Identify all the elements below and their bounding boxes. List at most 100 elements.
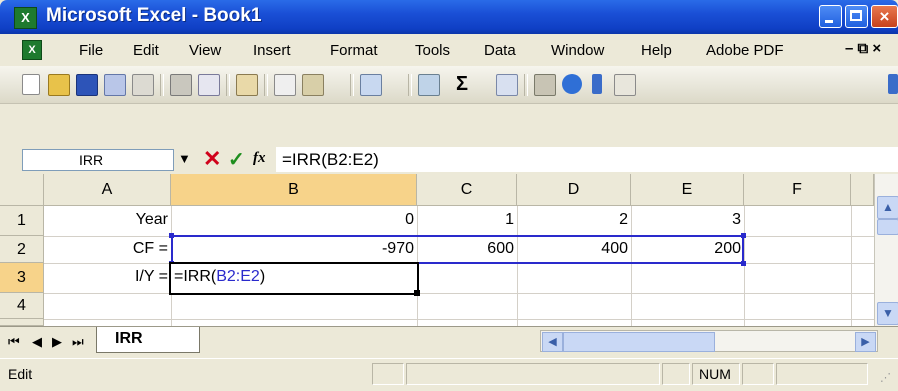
menu-adobe-pdf[interactable]: Adobe PDF bbox=[706, 42, 784, 59]
range-handle[interactable] bbox=[169, 233, 174, 238]
menu-window[interactable]: Window bbox=[551, 42, 604, 59]
formula-input[interactable]: =IRR(B2:E2) bbox=[276, 147, 898, 172]
cell-a3[interactable]: I/Y = bbox=[44, 268, 168, 286]
menu-format[interactable]: Format bbox=[330, 42, 378, 59]
toolbar-separator bbox=[408, 74, 412, 96]
range-handle[interactable] bbox=[741, 233, 746, 238]
standard-toolbar: Σ bbox=[0, 66, 898, 104]
scroll-thumb[interactable] bbox=[877, 219, 898, 235]
open-icon[interactable] bbox=[48, 74, 70, 96]
copy-icon[interactable] bbox=[274, 74, 296, 96]
column-header-g[interactable] bbox=[851, 174, 874, 206]
help-icon[interactable] bbox=[562, 74, 582, 94]
hyperlink-icon[interactable] bbox=[418, 74, 440, 96]
chart-wizard-icon[interactable] bbox=[534, 74, 556, 96]
maximize-button[interactable] bbox=[845, 5, 868, 28]
chevron-down-icon[interactable]: ▼ bbox=[178, 151, 191, 166]
autosum-icon[interactable]: Σ bbox=[452, 74, 472, 94]
scroll-up-icon[interactable]: ▲ bbox=[877, 196, 898, 219]
first-sheet-icon[interactable]: ⏮ bbox=[8, 334, 20, 350]
sort-ascending-icon[interactable] bbox=[496, 74, 518, 96]
resize-grip-icon[interactable]: ⋰ bbox=[880, 371, 891, 384]
prev-sheet-icon[interactable]: ◀ bbox=[32, 334, 42, 350]
range-handle[interactable] bbox=[741, 261, 746, 266]
row-header-3[interactable]: 3 bbox=[0, 263, 44, 293]
column-header-f[interactable]: F bbox=[744, 174, 851, 206]
column-header-a[interactable]: A bbox=[44, 174, 171, 206]
name-box[interactable]: IRR bbox=[22, 149, 174, 171]
align-icon[interactable] bbox=[614, 74, 636, 96]
close-button[interactable]: × bbox=[871, 5, 898, 28]
gridline bbox=[744, 206, 745, 326]
undo-icon[interactable] bbox=[360, 74, 382, 96]
menu-view[interactable]: View bbox=[189, 42, 221, 59]
scroll-left-icon[interactable]: ◀ bbox=[542, 332, 563, 352]
toolbar-options-icon[interactable] bbox=[592, 74, 602, 94]
insert-function-icon[interactable]: fx bbox=[253, 150, 266, 167]
toolbar-options-icon[interactable] bbox=[888, 74, 898, 94]
toolbar-separator bbox=[226, 74, 230, 96]
cell-a2[interactable]: CF = bbox=[44, 240, 168, 258]
menu-help[interactable]: Help bbox=[641, 42, 672, 59]
status-panel bbox=[662, 363, 690, 385]
row-header-2[interactable]: 2 bbox=[0, 236, 44, 263]
minimize-button[interactable] bbox=[819, 5, 842, 28]
permission-icon[interactable] bbox=[104, 74, 126, 96]
last-sheet-icon[interactable]: ⏭ bbox=[72, 334, 84, 350]
scroll-down-icon[interactable]: ▼ bbox=[877, 302, 898, 325]
num-lock-indicator: NUM bbox=[699, 366, 731, 382]
cancel-icon[interactable]: ✕ bbox=[203, 146, 221, 172]
row-header-1[interactable]: 1 bbox=[0, 206, 44, 236]
document-window-controls[interactable]: – ⧉ × bbox=[845, 40, 881, 57]
next-sheet-icon[interactable]: ▶ bbox=[52, 334, 62, 350]
column-header-d[interactable]: D bbox=[517, 174, 631, 206]
gridline bbox=[851, 206, 852, 326]
formula-bar: IRR ▼ ✕ ✓ fx =IRR(B2:E2) bbox=[0, 146, 898, 174]
print-preview-icon[interactable] bbox=[198, 74, 220, 96]
research-icon[interactable] bbox=[236, 74, 258, 96]
horizontal-scrollbar[interactable]: ◀ ▶ bbox=[540, 330, 878, 352]
sheet-tab-irr[interactable]: IRR bbox=[96, 327, 200, 353]
cell-b1[interactable]: 0 bbox=[171, 211, 414, 229]
select-all-corner[interactable] bbox=[0, 174, 44, 206]
row-header-4[interactable]: 4 bbox=[0, 293, 44, 319]
cell-d1[interactable]: 2 bbox=[517, 211, 628, 229]
row-header-5[interactable] bbox=[0, 319, 44, 326]
menu-data[interactable]: Data bbox=[484, 42, 516, 59]
status-bar: Edit NUM ⋰ bbox=[0, 358, 898, 391]
status-panel bbox=[406, 363, 660, 385]
active-cell-b3[interactable]: =IRR(B2:E2) bbox=[169, 262, 419, 295]
email-icon[interactable] bbox=[132, 74, 154, 96]
column-header-c[interactable]: C bbox=[417, 174, 517, 206]
toolbar-separator bbox=[264, 74, 268, 96]
status-panel: NUM bbox=[692, 363, 740, 385]
print-icon[interactable] bbox=[170, 74, 192, 96]
cell-c1[interactable]: 1 bbox=[417, 211, 514, 229]
cell-a1[interactable]: Year bbox=[44, 211, 168, 229]
column-header-b[interactable]: B bbox=[171, 174, 417, 206]
column-header-e[interactable]: E bbox=[631, 174, 744, 206]
scroll-thumb[interactable] bbox=[563, 332, 715, 352]
excel-icon[interactable]: X bbox=[14, 7, 37, 29]
toolbar-separator bbox=[524, 74, 528, 96]
gridline bbox=[44, 319, 874, 320]
cell-e1[interactable]: 3 bbox=[631, 211, 741, 229]
menu-tools[interactable]: Tools bbox=[415, 42, 450, 59]
toolbar-separator bbox=[350, 74, 354, 96]
cell-b3-formula: =IRR(B2:E2) bbox=[174, 268, 266, 285]
menu-bar: X File Edit View Insert Format Tools Dat… bbox=[0, 34, 898, 66]
title-bar[interactable]: X Microsoft Excel - Book1 × bbox=[0, 0, 898, 34]
save-icon[interactable] bbox=[76, 74, 98, 96]
new-icon[interactable] bbox=[22, 74, 40, 95]
menu-file[interactable]: File bbox=[79, 42, 103, 59]
fill-handle[interactable] bbox=[414, 290, 420, 296]
range-reference-highlight bbox=[171, 235, 744, 264]
menu-edit[interactable]: Edit bbox=[133, 42, 159, 59]
scroll-right-icon[interactable]: ▶ bbox=[855, 332, 876, 352]
paste-icon[interactable] bbox=[302, 74, 324, 96]
excel-icon[interactable]: X bbox=[22, 40, 42, 60]
window-title: Microsoft Excel - Book1 bbox=[46, 5, 262, 26]
vertical-scrollbar[interactable]: ▲ ▼ bbox=[874, 174, 898, 326]
enter-icon[interactable]: ✓ bbox=[228, 147, 245, 172]
menu-insert[interactable]: Insert bbox=[253, 42, 291, 59]
